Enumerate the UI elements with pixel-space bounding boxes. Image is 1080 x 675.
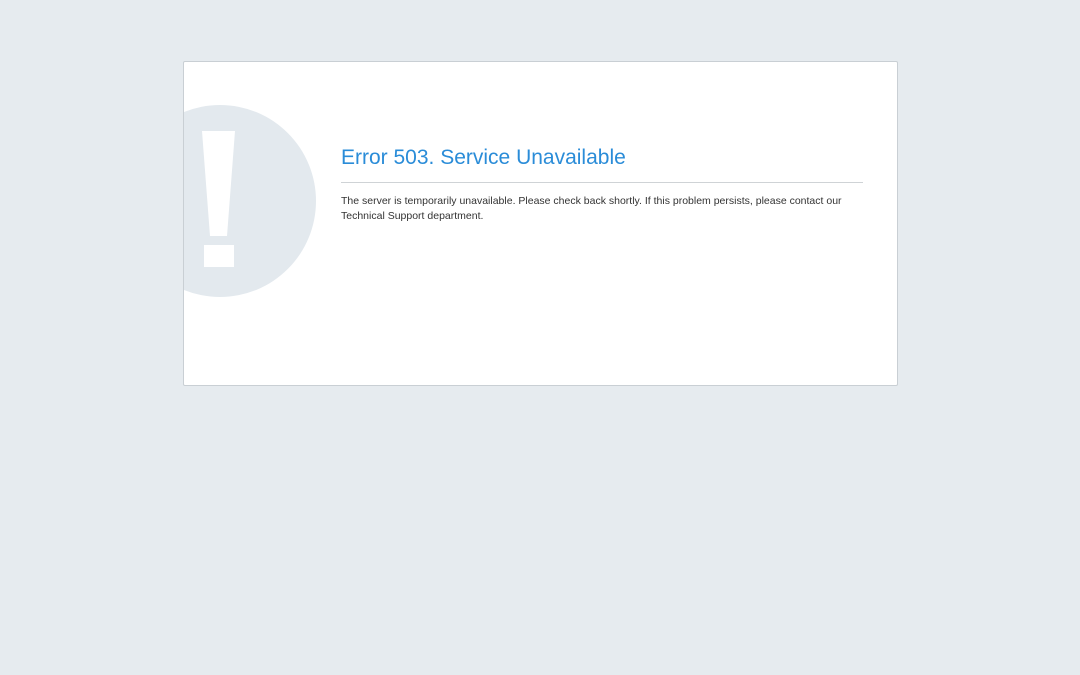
error-message: The server is temporarily unavailable. P… <box>341 194 863 224</box>
exclamation-circle-icon <box>184 105 316 297</box>
error-title: Error 503. Service Unavailable <box>341 146 626 169</box>
error-content: Error 503. Service Unavailable The serve… <box>341 146 863 224</box>
error-message-line-2: Technical Support department. <box>341 210 484 222</box>
error-card: Error 503. Service Unavailable The serve… <box>183 61 898 386</box>
title-divider <box>341 182 863 183</box>
error-message-line-1: The server is temporarily unavailable. P… <box>341 195 842 207</box>
